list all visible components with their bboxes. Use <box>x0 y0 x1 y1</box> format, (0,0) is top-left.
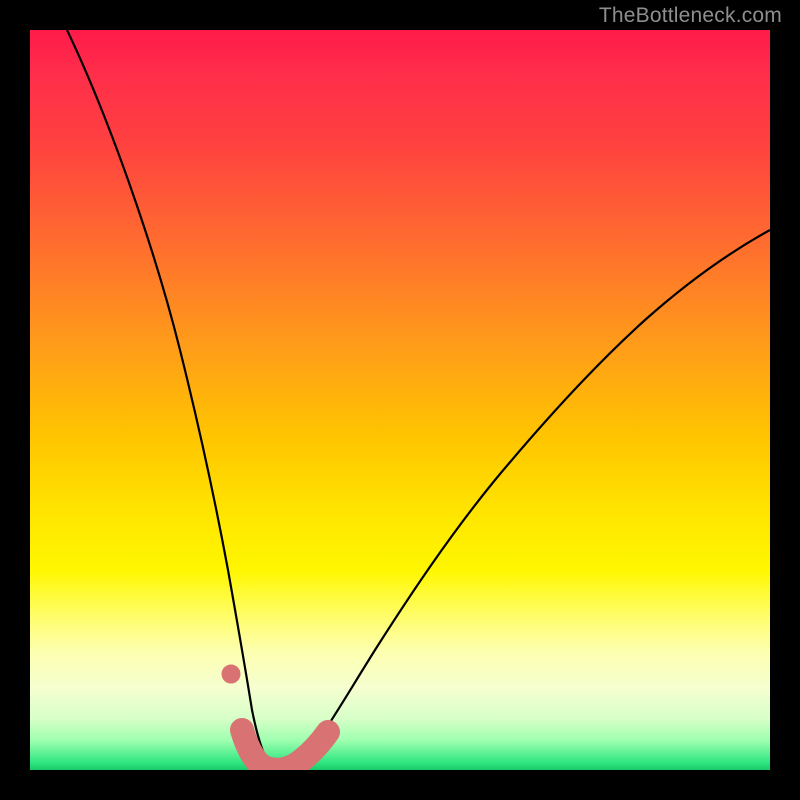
watermark-text: TheBottleneck.com <box>599 4 782 28</box>
plot-area <box>30 30 770 770</box>
chart-frame: TheBottleneck.com <box>0 0 800 800</box>
bottleneck-curve <box>67 30 770 769</box>
highlight-markers <box>222 665 328 770</box>
curve-layer <box>30 30 770 770</box>
